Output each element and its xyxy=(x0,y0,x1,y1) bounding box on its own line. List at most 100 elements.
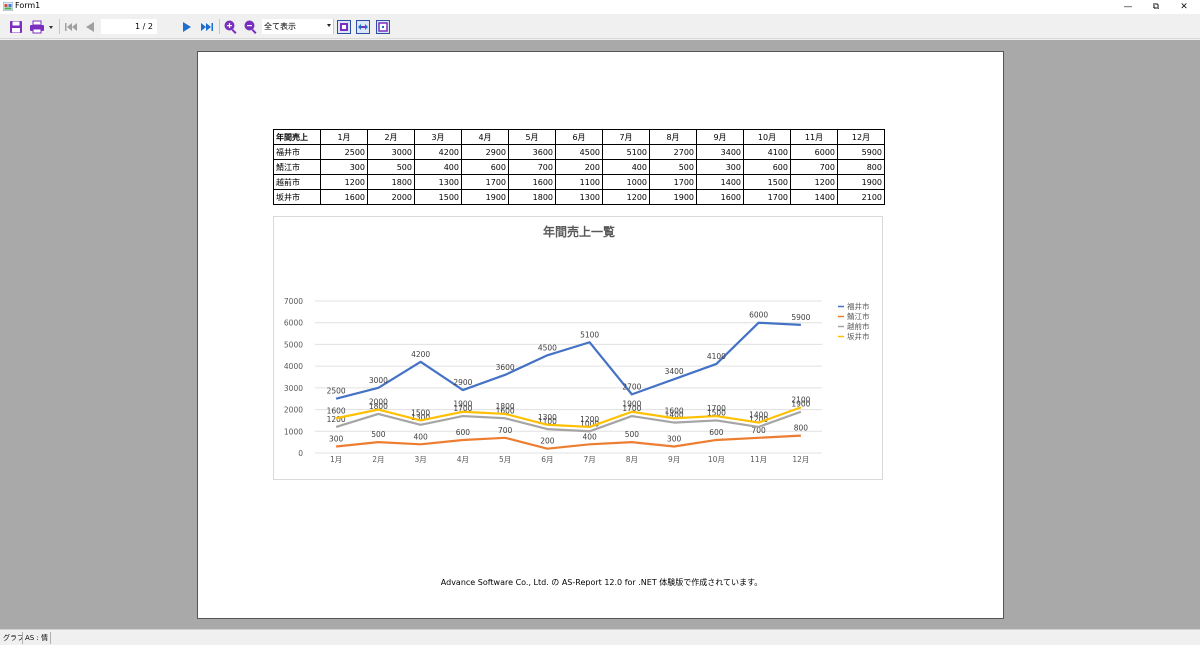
zoom-select[interactable]: 全て表示 xyxy=(262,19,333,34)
data-label: 1400 xyxy=(749,411,768,420)
table-cell: 1700 xyxy=(743,189,791,205)
series-line xyxy=(336,434,801,450)
title-bar: Form1 — ⧉ ✕ xyxy=(0,0,1200,14)
status-divider xyxy=(50,632,51,644)
data-label: 5100 xyxy=(580,330,599,339)
last-page-button[interactable] xyxy=(199,18,215,35)
data-label: 3600 xyxy=(496,363,515,372)
toolbar-separator xyxy=(59,19,60,34)
actual-size-button[interactable] xyxy=(375,18,391,35)
table-cell: 1400 xyxy=(696,174,744,190)
data-label: 1200 xyxy=(580,415,599,424)
prev-page-button[interactable] xyxy=(82,18,98,35)
table-cell: 1800 xyxy=(367,174,415,190)
zoom-in-button[interactable] xyxy=(223,18,239,35)
chart-title: 年間売上一覧 xyxy=(543,224,615,239)
first-page-icon xyxy=(65,22,77,31)
data-label: 1900 xyxy=(453,400,472,409)
prev-page-icon xyxy=(86,21,94,32)
table-row-header: 坂井市 xyxy=(273,189,321,205)
data-label: 2100 xyxy=(791,395,810,404)
data-label: 400 xyxy=(582,432,597,441)
data-label: 6000 xyxy=(749,311,768,320)
table-cell: 800 xyxy=(837,159,885,175)
table-cell: 5900 xyxy=(837,144,885,160)
table-cell: 1900 xyxy=(649,189,697,205)
fit-page-button[interactable] xyxy=(336,18,352,35)
y-tick-label: 3000 xyxy=(284,384,303,393)
table-cell: 1700 xyxy=(461,174,509,190)
x-tick-label: 5月 xyxy=(499,455,511,464)
report-viewer[interactable]: 年間売上 1月 2月 3月 4月 5月 6月 7月 8月 9月 10月 11月 12月 福井市 2500 3… xyxy=(0,40,1200,629)
legend-entry: 福井市 xyxy=(847,301,870,311)
sales-table: 年間売上 1月 2月 3月 4月 5月 6月 7月 8月 9月 10月 11月 12月 福井市 2500 3… xyxy=(273,129,885,205)
table-cell: 1900 xyxy=(837,174,885,190)
toolbar: 1 / 2 全て表示 xyxy=(0,14,1200,39)
table-cell: 500 xyxy=(649,159,697,175)
table-cell: 4500 xyxy=(555,144,603,160)
table-cell: 2700 xyxy=(649,144,697,160)
legend-entry: 坂井市 xyxy=(847,331,870,341)
first-page-button[interactable] xyxy=(63,18,79,35)
data-label: 1900 xyxy=(622,400,641,409)
data-label: 1600 xyxy=(665,406,684,415)
table-column-header: 4月 xyxy=(461,129,509,145)
table-cell: 2000 xyxy=(367,189,415,205)
maximize-button[interactable]: ⧉ xyxy=(1141,0,1171,14)
table-cell: 700 xyxy=(508,159,556,175)
data-label: 800 xyxy=(794,424,809,433)
data-label: 4100 xyxy=(707,352,726,361)
table-column-header: 8月 xyxy=(649,129,697,145)
table-cell: 1200 xyxy=(790,174,838,190)
table-cell: 1500 xyxy=(414,189,462,205)
legend-entry: 越前市 xyxy=(847,321,870,331)
close-button[interactable]: ✕ xyxy=(1169,0,1199,14)
table-corner-header: 年間売上 xyxy=(273,129,321,145)
data-label: 300 xyxy=(329,434,344,443)
window-title: Form1 xyxy=(15,1,41,10)
fit-width-button[interactable] xyxy=(355,18,371,35)
y-tick-label: 5000 xyxy=(284,340,303,349)
x-tick-label: 11月 xyxy=(750,455,767,464)
table-cell: 1600 xyxy=(320,189,368,205)
status-item-graph: グラフ xyxy=(3,634,24,642)
table-cell: 1300 xyxy=(555,189,603,205)
table-cell: 1900 xyxy=(461,189,509,205)
table-column-header: 1月 xyxy=(320,129,368,145)
last-page-icon xyxy=(201,22,213,31)
zoom-out-button[interactable] xyxy=(243,18,259,35)
data-label: 600 xyxy=(456,428,471,437)
data-label: 1300 xyxy=(538,413,557,422)
status-divider xyxy=(22,632,23,644)
table-header-row: 年間売上 1月 2月 3月 4月 5月 6月 7月 8月 9月 10月 11月 12月 xyxy=(273,129,885,145)
y-tick-label: 4000 xyxy=(284,362,303,371)
table-cell: 1000 xyxy=(602,174,650,190)
table-row-header: 福井市 xyxy=(273,144,321,160)
table-column-header: 2月 xyxy=(367,129,415,145)
table-cell: 300 xyxy=(696,159,744,175)
y-tick-label: 2000 xyxy=(284,406,303,415)
table-cell: 2100 xyxy=(837,189,885,205)
table-row: 鯖江市 300 500 400 600 700 200 400 500 300 600 700 800 xyxy=(273,159,885,175)
minimize-button[interactable]: — xyxy=(1113,0,1143,14)
y-tick-label: 7000 xyxy=(284,297,303,306)
table-column-header: 6月 xyxy=(555,129,603,145)
chart-canvas: 年間売上一覧 0 1000 2000 3000 4000 5000 6000 7000 1月 2月… xyxy=(284,224,870,464)
table-cell: 3400 xyxy=(696,144,744,160)
table-cell: 1200 xyxy=(602,189,650,205)
x-tick-label: 2月 xyxy=(372,455,384,464)
print-button[interactable] xyxy=(29,18,55,35)
data-label: 1600 xyxy=(327,406,346,415)
save-button[interactable] xyxy=(8,18,24,35)
x-tick-label: 1月 xyxy=(330,455,342,464)
data-label: 5900 xyxy=(791,313,810,322)
y-tick-label: 0 xyxy=(298,449,303,458)
table-cell: 1200 xyxy=(320,174,368,190)
fit-width-icon xyxy=(356,19,370,34)
next-page-button[interactable] xyxy=(180,18,194,35)
table-cell: 400 xyxy=(602,159,650,175)
toolbar-separator xyxy=(219,19,220,34)
page-number-input[interactable]: 1 / 2 xyxy=(101,19,157,34)
table-row: 福井市 2500 3000 4200 2900 3600 4500 5100 2700 3400 4… xyxy=(273,144,885,160)
data-label: 200 xyxy=(540,437,555,446)
